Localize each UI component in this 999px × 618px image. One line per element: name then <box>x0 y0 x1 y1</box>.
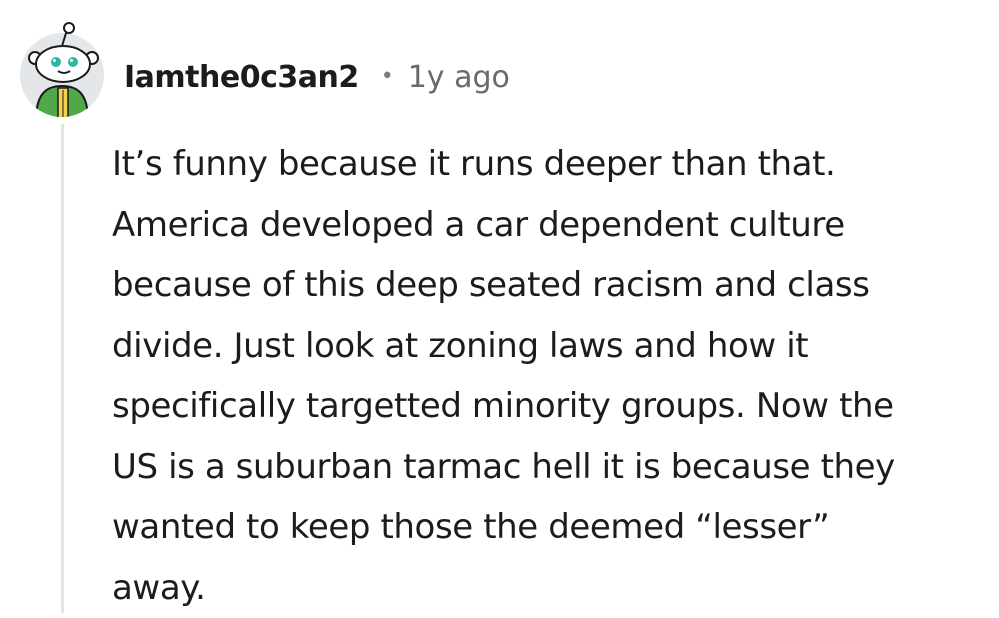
comment-body-line: America developed a car dependent cultur… <box>112 195 992 256</box>
comment-thread-line[interactable] <box>61 124 64 613</box>
comment-timestamp[interactable]: 1y ago <box>408 60 510 95</box>
comment-body-line: divide. Just look at zoning laws and how… <box>112 316 992 377</box>
comment-header: Iamthe0c3an2 • 1y ago <box>124 52 510 102</box>
comment-body-line: specifically targetted minority groups. … <box>112 376 992 437</box>
user-avatar[interactable] <box>18 20 108 118</box>
comment-body: It’s funny because it runs deeper than t… <box>112 134 992 618</box>
reddit-snoo-avatar-icon <box>18 20 108 118</box>
meta-separator: • <box>381 64 394 89</box>
comment-body-line: away. <box>112 558 992 618</box>
username-link[interactable]: Iamthe0c3an2 <box>124 60 359 95</box>
comment-body-line: US is a suburban tarmac hell it is becau… <box>112 437 992 498</box>
comment-body-line: wanted to keep those the deemed “lesser” <box>112 497 992 558</box>
comment-body-line: It’s funny because it runs deeper than t… <box>112 134 992 195</box>
comment-body-line: because of this deep seated racism and c… <box>112 255 992 316</box>
